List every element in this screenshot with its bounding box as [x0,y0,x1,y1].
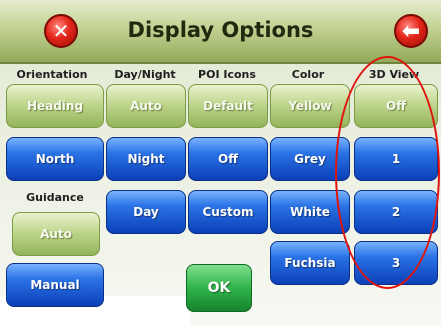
column-header-orientation: Orientation [16,68,88,81]
column-header-poi-icons: POI Icons [198,68,256,81]
column-header-day-night: Day/Night [114,68,176,81]
ok-button[interactable]: OK [186,264,252,312]
poi-default-button[interactable]: Default [188,84,268,128]
column-header-color: Color [291,68,325,81]
day-night-night-button[interactable]: Night [106,137,186,181]
title-bar: ✕ Display Options ⬅ [0,0,441,64]
color-yellow-button[interactable]: Yellow [270,84,350,128]
back-button[interactable]: ⬅ [394,14,428,48]
day-night-auto-button[interactable]: Auto [106,84,186,128]
guidance-manual-button[interactable]: Manual [6,263,104,307]
poi-off-button[interactable]: Off [188,137,268,181]
poi-custom-button[interactable]: Custom [188,190,268,234]
page-title: Display Options [127,18,314,42]
back-arrow-icon: ⬅ [401,18,421,44]
orientation-heading-button[interactable]: Heading [6,84,104,128]
highlight-oval [335,56,440,289]
day-night-day-button[interactable]: Day [106,190,186,234]
color-fuchsia-button[interactable]: Fuchsia [270,241,350,285]
orientation-north-button[interactable]: North [6,137,104,181]
guidance-auto-button[interactable]: Auto [12,212,100,256]
guidance-label: Guidance [26,191,84,204]
